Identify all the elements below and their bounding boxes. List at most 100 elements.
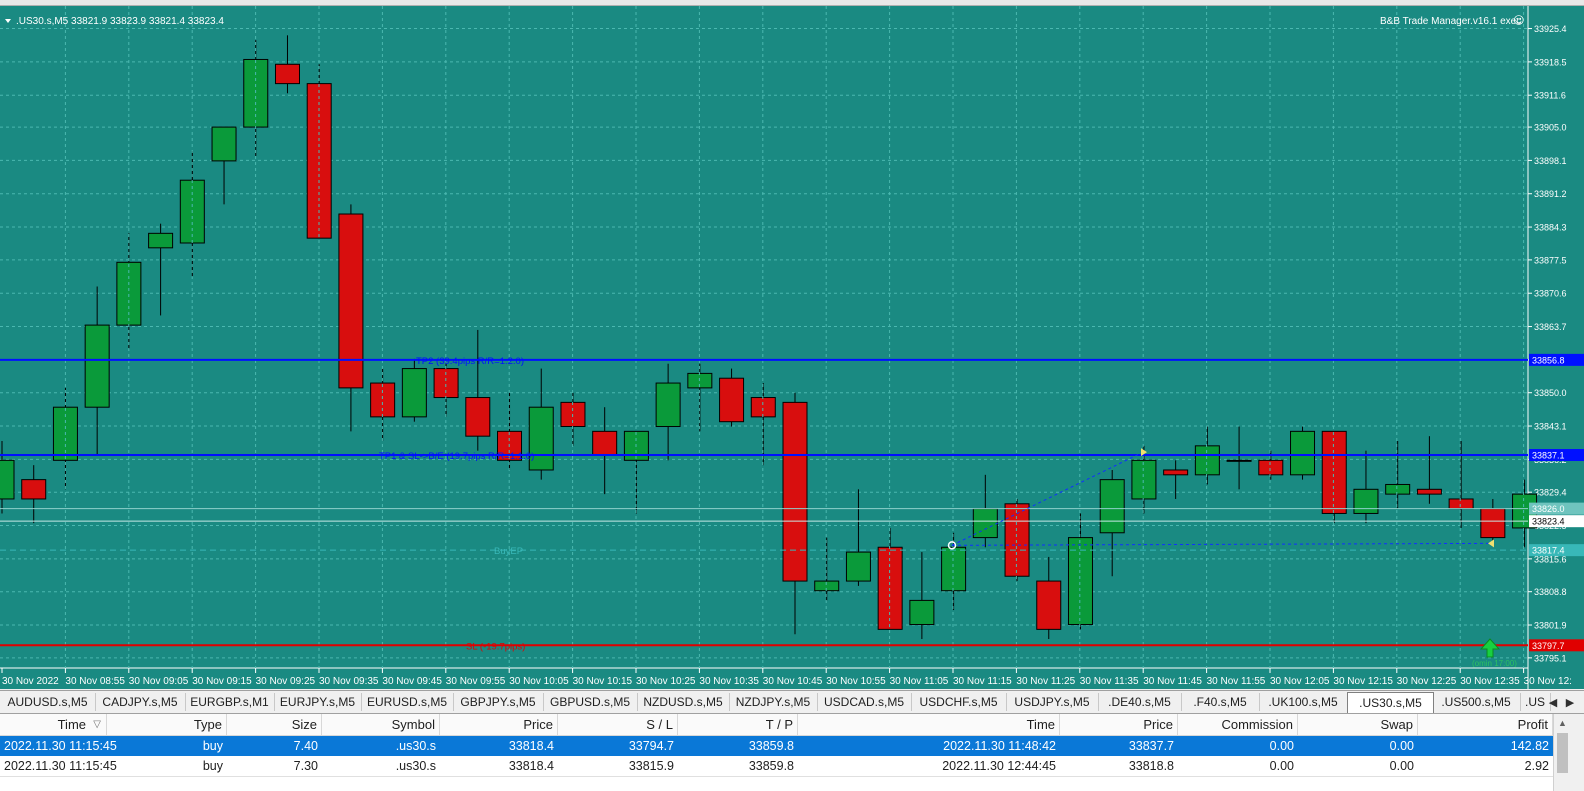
time-tick-label: 30 Nov 12:35: [1460, 676, 1520, 687]
candle-bearish: [1480, 508, 1506, 539]
price-tick-label: 33891.2: [1534, 189, 1567, 199]
table-cell-profit: 2.92: [1524, 759, 1549, 773]
column-header-time[interactable]: Time: [798, 714, 1060, 736]
price-tick-label: 33843.1: [1534, 422, 1567, 432]
column-header-label: T / P: [765, 717, 793, 732]
candle-bearish: [750, 397, 776, 418]
column-header-type[interactable]: Type: [107, 714, 227, 736]
table-cell-t-p: 33859.8: [748, 759, 794, 773]
column-header-t-p[interactable]: T / P: [678, 714, 798, 736]
candle-bearish: [877, 546, 903, 630]
price-tick-label: 33870.6: [1534, 289, 1567, 299]
tab-scroll-right-icon[interactable]: ▶: [1563, 694, 1577, 710]
candle-bullish: [0, 459, 15, 500]
tp1-label: TP1 & SL->B/E (19.7pips R/R=1:1.0): [379, 451, 534, 462]
tab-nzdusd-s-m5[interactable]: NZDUSD.s,M5: [637, 693, 730, 711]
time-tick-label: 30 Nov 11:15: [953, 676, 1012, 687]
tab-f40-s-m5[interactable]: .F40.s,M5: [1181, 693, 1260, 711]
time-tick-label: 30 Nov 12:: [1524, 676, 1572, 687]
tp1-price-label: 33837.1: [1532, 451, 1565, 461]
exit-marker-icon: [1488, 539, 1494, 548]
scroll-thumb[interactable]: [1557, 733, 1568, 773]
table-cell-size: 7.40: [293, 739, 318, 753]
candle-bearish: [1036, 580, 1062, 630]
sort-descending-icon[interactable]: ▽: [93, 719, 101, 730]
table-cell-time: 2022.11.30 11:15:45: [4, 759, 117, 773]
tab-usdjpy-s-m5[interactable]: USDJPY.s,M5: [1006, 693, 1099, 711]
candle-bullish: [1353, 488, 1379, 514]
candle-bearish: [274, 63, 300, 85]
candle-bearish: [370, 382, 396, 418]
time-tick-label: 30 Nov 10:05: [509, 676, 569, 687]
tp2-price-label: 33856.8: [1532, 355, 1565, 365]
column-header-label: Time: [57, 717, 86, 732]
tab-de40-s-m5[interactable]: .DE40.s,M5: [1098, 693, 1182, 711]
tab-eurjpy-s-m5[interactable]: EURJPY.s,M5: [274, 693, 362, 711]
price-tick-label: 33850.0: [1534, 388, 1567, 398]
price-tick-label: 33898.1: [1534, 156, 1567, 166]
tab-eurusd-s-m5[interactable]: EURUSD.s,M5: [361, 693, 454, 711]
column-header-label: Price: [1143, 717, 1173, 732]
column-header-size[interactable]: Size: [227, 714, 322, 736]
tab-nzdjpy-s-m5[interactable]: NZDJPY.s,M5: [729, 693, 818, 711]
time-tick-label: 30 Nov 09:15: [192, 676, 252, 687]
candle-bearish: [719, 377, 745, 423]
candle-bearish: [1004, 503, 1030, 577]
column-header-price[interactable]: Price: [440, 714, 558, 736]
table-cell-price: 33818.4: [508, 739, 554, 753]
time-tick-label: 30 Nov 09:25: [256, 676, 316, 687]
tab-us500-s-m5[interactable]: .US500.s,M5: [1432, 693, 1521, 711]
column-header-symbol[interactable]: Symbol: [322, 714, 440, 736]
column-header-price[interactable]: Price: [1060, 714, 1178, 736]
table-cell-size: 7.30: [293, 759, 318, 773]
tab-scroll-left-icon[interactable]: ◀: [1546, 694, 1560, 710]
tab-usdchf-s-m5[interactable]: USDCHF.s,M5: [911, 693, 1007, 711]
table-row[interactable]: 2022.11.30 11:15:45 buy 7.30 .us30.s 33818.4…: [0, 756, 1553, 777]
column-header-time[interactable]: Time ▽: [0, 714, 107, 736]
candle-bullish: [909, 599, 935, 626]
tab-us30-s-m5[interactable]: .US30.s,M5: [1347, 692, 1434, 713]
table-cell-time: 2022.11.30 11:48:42: [943, 739, 1056, 753]
table-cell-price: 33837.7: [1128, 739, 1174, 753]
tab-audusd-s-m5[interactable]: AUDUSD.s,M5: [0, 693, 96, 711]
table-cell-time: 2022.11.30 11:15:45: [4, 739, 117, 753]
tab-cadjpy-s-m5[interactable]: CADJPY.s,M5: [95, 693, 186, 711]
time-tick-label: 30 Nov 11:55: [1207, 676, 1266, 687]
time-tick-label: 30 Nov 08:55: [65, 676, 125, 687]
price-tick-label: 33877.5: [1534, 255, 1567, 265]
table-cell-s-l: 33794.7: [628, 739, 674, 753]
price-tick-label: 33918.5: [1534, 57, 1567, 67]
tab-gbpjpy-s-m5[interactable]: GBPJPY.s,M5: [453, 693, 544, 711]
column-header-swap[interactable]: Swap: [1298, 714, 1418, 736]
tp2-label: TP2 (39.4pips R/R=1:2.0): [416, 356, 524, 367]
tab-eurgbp-s-m1[interactable]: EURGBP.s,M1: [185, 693, 275, 711]
candlestick-chart-svg[interactable]: 33925.4 33918.5 33911.6 33905.0 33898.1 33891…: [0, 6, 1584, 689]
price-tick-label: 33925.4: [1534, 24, 1567, 34]
price-chart[interactable]: 33925.4 33918.5 33911.6 33905.0 33898.1 33891…: [0, 6, 1584, 689]
chart-menu-dropdown-icon: [5, 19, 11, 23]
table-cell-symbol: .us30.s: [395, 739, 436, 753]
tab-gbpusd-s-m5[interactable]: GBPUSD.s,M5: [543, 693, 638, 711]
table-cell-t-p: 33859.8: [748, 739, 794, 753]
column-header-commission[interactable]: Commission: [1178, 714, 1298, 736]
candle-bearish: [465, 397, 491, 437]
column-header-profit[interactable]: Profit: [1418, 714, 1553, 736]
tab-uk100-s-m5[interactable]: .UK100.s,M5: [1259, 693, 1348, 711]
table-row[interactable]: 2022.11.30 11:15:45 buy 7.40 .us30.s 33818.4…: [0, 736, 1553, 756]
ask-price-label: 33826.0: [1532, 504, 1565, 514]
candle-bullish: [941, 546, 967, 592]
candle-bullish: [401, 368, 427, 418]
candle-bearish: [306, 83, 332, 239]
candle-bullish: [655, 382, 681, 428]
time-tick-label: 30 Nov 11:25: [1016, 676, 1075, 687]
scroll-up-icon[interactable]: ▲: [1554, 714, 1571, 731]
stop-loss-label: SL (-19.7pips): [466, 641, 525, 652]
tab-usdcad-s-m5[interactable]: USDCAD.s,M5: [817, 693, 912, 711]
table-cell-commission: 0.00: [1269, 739, 1294, 753]
table-cell-swap: 0.00: [1389, 739, 1414, 753]
candle-bearish: [1321, 430, 1347, 514]
time-tick-label: 30 Nov 10:45: [763, 676, 823, 687]
candle-bearish: [782, 401, 808, 582]
table-scrollbar[interactable]: ▲: [1553, 714, 1571, 791]
column-header-s-l[interactable]: S / L: [558, 714, 678, 736]
